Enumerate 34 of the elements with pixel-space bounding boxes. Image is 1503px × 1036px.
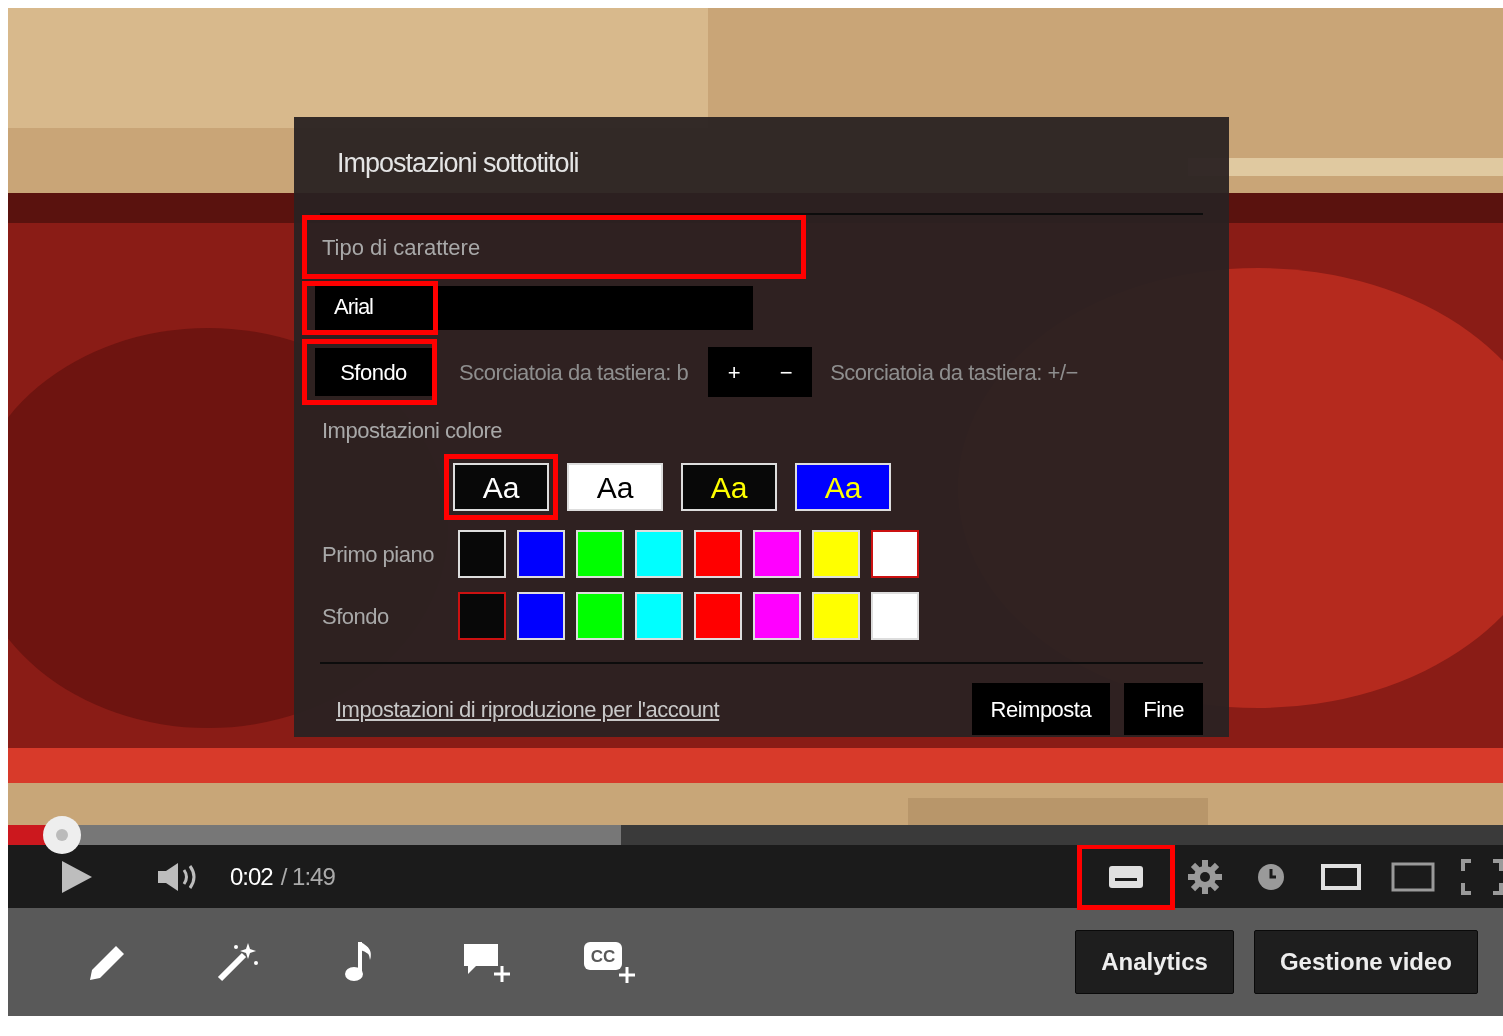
selected-font: Arial xyxy=(333,293,374,321)
dialog-button[interactable]: Reimposta xyxy=(971,683,1111,735)
magic-wand-icon[interactable] xyxy=(216,941,260,983)
settings-icon[interactable] xyxy=(1187,858,1223,895)
large-player-icon[interactable] xyxy=(1391,861,1435,892)
color-swatch[interactable] xyxy=(871,530,919,578)
row-label: Sfondo xyxy=(322,602,390,631)
fullscreen-icon[interactable] xyxy=(1461,858,1503,895)
shortcut-hint: Scorciatoia da tastiera: +/− xyxy=(830,358,1078,387)
font-label: Tipo di carattere xyxy=(321,233,482,262)
duration: / 1:49 xyxy=(280,861,335,892)
section-label: Impostazioni colore xyxy=(321,417,504,445)
row-label: Primo piano xyxy=(322,540,435,569)
account-settings-link[interactable]: Impostazioni di riproduzione per l'account xyxy=(336,692,720,726)
current-time: 0:02 xyxy=(230,861,273,892)
progress-bar[interactable] xyxy=(8,825,1503,845)
size-button[interactable]: − xyxy=(760,347,813,397)
style-preset[interactable]: Aa xyxy=(681,463,777,511)
toolbar-button[interactable]: Analytics xyxy=(1075,930,1234,994)
color-swatch[interactable] xyxy=(458,592,506,640)
toolbar-button[interactable]: Gestione video xyxy=(1253,930,1478,994)
size-button[interactable]: + xyxy=(708,347,761,397)
play-icon[interactable] xyxy=(60,859,94,894)
dialog-button[interactable]: Fine xyxy=(1124,683,1203,735)
style-preset[interactable]: Aa xyxy=(795,463,891,511)
style-preset[interactable]: Aa xyxy=(567,463,663,511)
font-select[interactable] xyxy=(315,286,753,330)
shortcut-hint: Scorciatoia da tastiera: b xyxy=(459,358,689,387)
style-preset[interactable]: Aa xyxy=(453,463,549,511)
subtitles-icon xyxy=(1109,865,1143,888)
dialog-title: Impostazioni sottotitoli xyxy=(336,147,580,179)
small-player-icon[interactable] xyxy=(1321,863,1361,890)
clock-icon[interactable] xyxy=(1257,862,1285,891)
background-button[interactable]: Sfondo xyxy=(315,348,432,396)
